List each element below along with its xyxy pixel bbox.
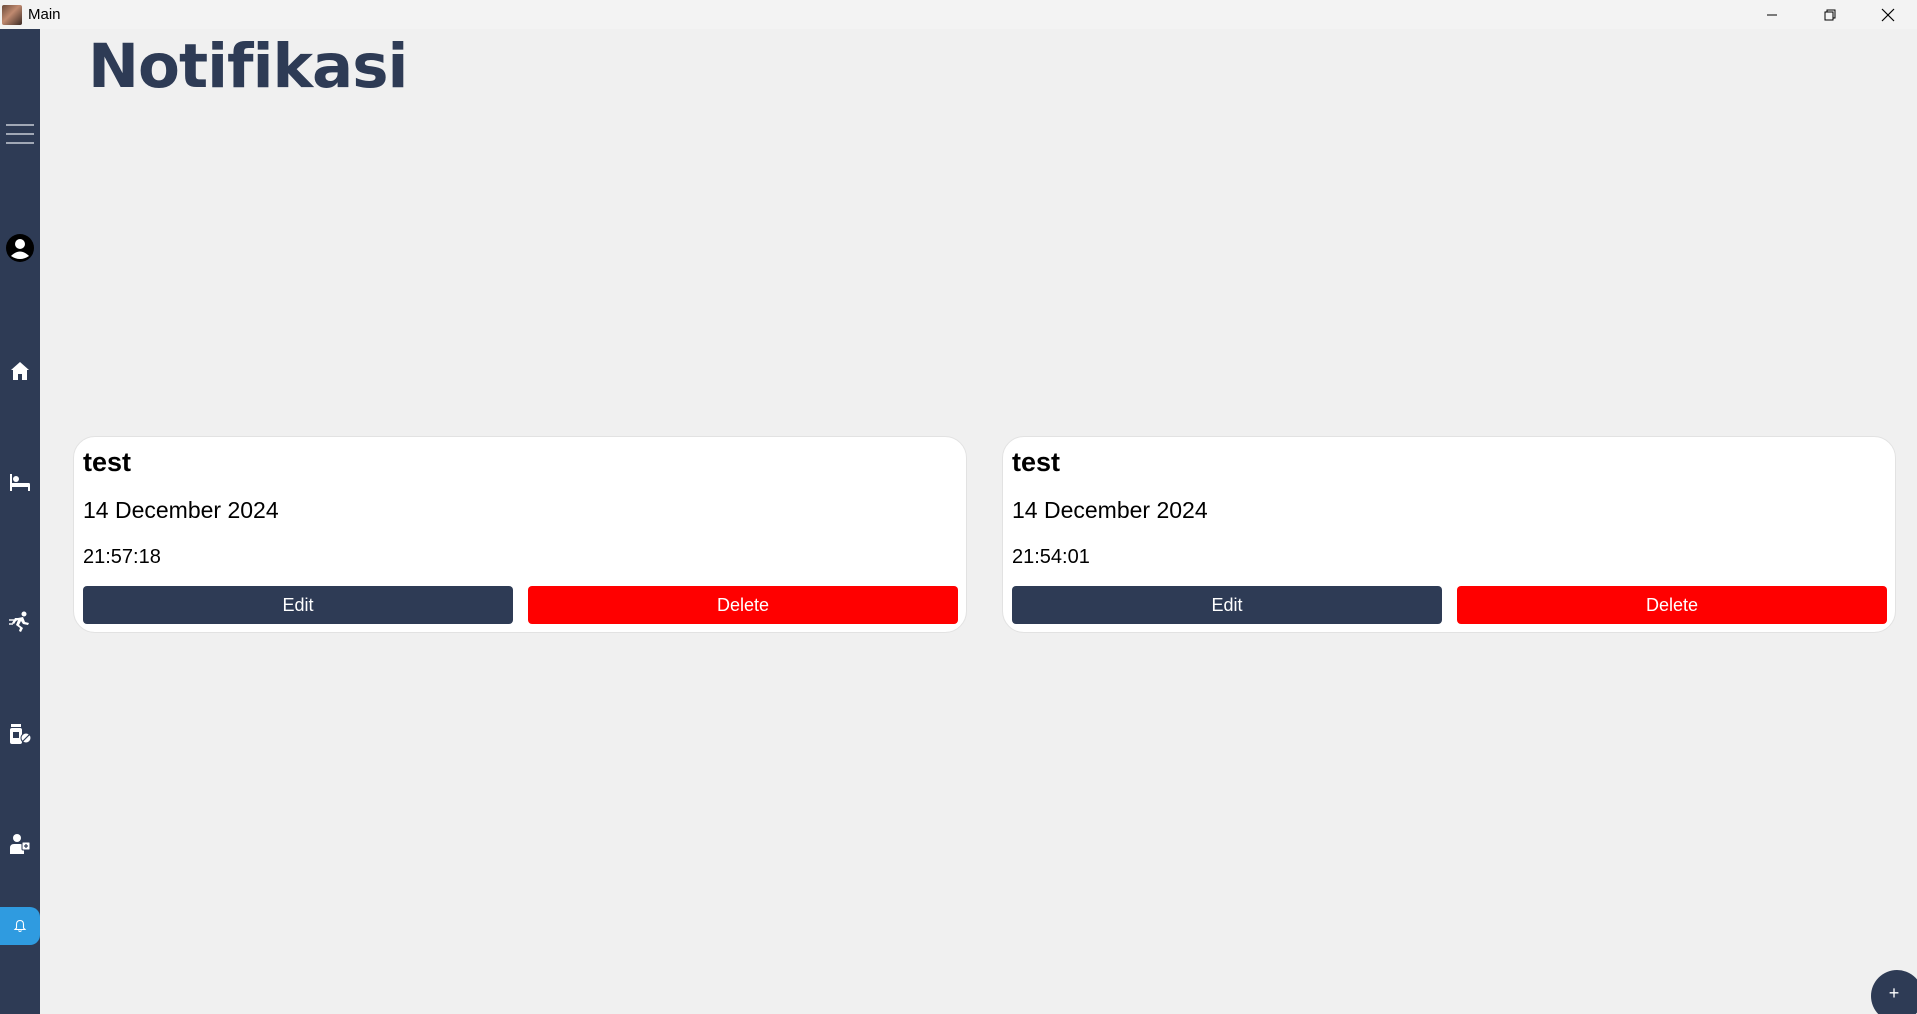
restore-button[interactable] <box>1801 0 1859 29</box>
plus-icon: + <box>1888 982 1900 1003</box>
delete-button[interactable]: Delete <box>1457 586 1887 624</box>
minimize-button[interactable] <box>1743 0 1801 29</box>
edit-button[interactable]: Edit <box>1012 586 1442 624</box>
notification-card: test 14 December 2024 21:57:18 Edit Dele… <box>73 436 967 633</box>
notification-date: 14 December 2024 <box>83 497 279 523</box>
sidebar-item-exercise[interactable] <box>0 607 40 637</box>
sidebar-item-medicine[interactable] <box>0 719 40 749</box>
app-avatar-icon <box>2 4 22 25</box>
page-title: Notifikasi <box>88 31 408 102</box>
notification-time: 21:54:01 <box>1012 546 1090 568</box>
restore-icon <box>1824 9 1836 20</box>
window-controls <box>1743 0 1917 29</box>
bed-icon <box>10 474 30 491</box>
notification-title: test <box>1012 447 1061 477</box>
home-icon <box>11 362 29 380</box>
sidebar <box>0 29 40 1014</box>
medicine-icon <box>10 724 31 744</box>
sidebar-item-home[interactable] <box>0 356 40 386</box>
close-icon <box>1881 8 1895 21</box>
hamburger-icon <box>6 124 34 144</box>
sidebar-item-doctor[interactable] <box>0 829 40 859</box>
delete-button[interactable]: Delete <box>528 586 958 624</box>
sidebar-item-menu[interactable] <box>0 119 40 149</box>
sidebar-item-profile[interactable] <box>0 233 40 263</box>
minimize-icon <box>1767 14 1777 15</box>
sidebar-item-rest[interactable] <box>0 467 40 497</box>
notification-card: test 14 December 2024 21:54:01 Edit Dele… <box>1002 436 1896 633</box>
bell-icon <box>13 919 27 933</box>
sidebar-item-notifications[interactable] <box>0 907 40 945</box>
notification-date: 14 December 2024 <box>1012 497 1208 523</box>
notification-title: test <box>83 447 132 477</box>
window-title: Main <box>28 6 61 23</box>
doctor-icon <box>10 834 31 854</box>
running-icon <box>9 611 29 632</box>
user-circle-icon <box>6 234 34 262</box>
edit-button[interactable]: Edit <box>83 586 513 624</box>
add-notification-button[interactable]: + <box>1871 970 1917 1014</box>
window-titlebar: Main <box>0 0 1917 29</box>
close-button[interactable] <box>1859 0 1917 29</box>
notification-time: 21:57:18 <box>83 546 161 568</box>
